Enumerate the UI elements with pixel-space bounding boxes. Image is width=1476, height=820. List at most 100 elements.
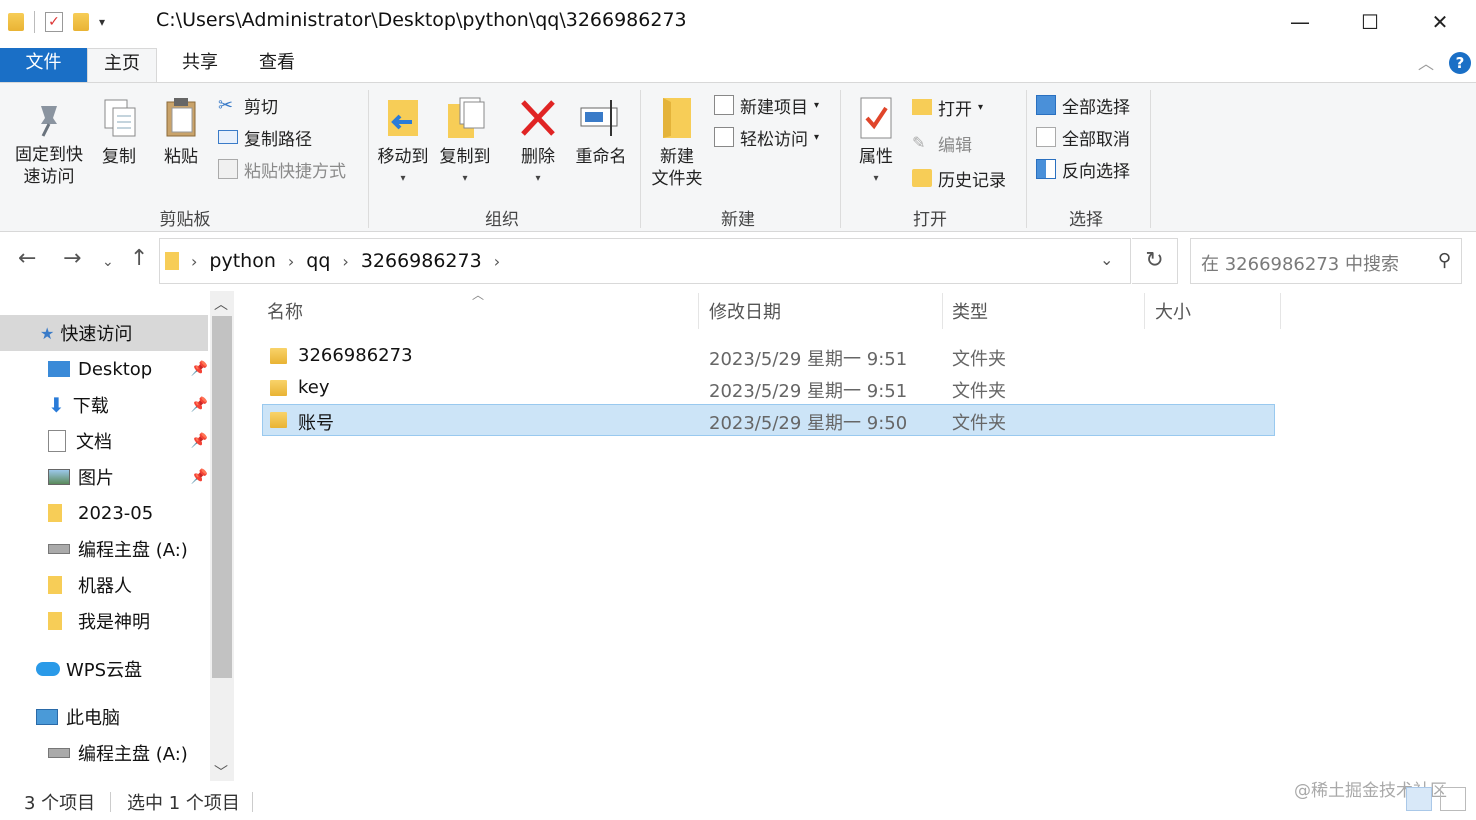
divider[interactable] (1144, 293, 1145, 329)
details-view-icon[interactable] (1406, 787, 1432, 811)
breadcrumb-item[interactable]: python (209, 250, 275, 272)
table-row[interactable]: key 2023/5/29 星期一 9:51 文件夹 (262, 372, 1275, 404)
rename-button[interactable]: 重命名 (570, 96, 632, 168)
table-row[interactable]: 3266986273 2023/5/29 星期一 9:51 文件夹 (262, 340, 1275, 372)
help-icon[interactable]: ? (1449, 52, 1471, 74)
tab-home[interactable]: 主页 (87, 48, 157, 83)
breadcrumb: › python › qq › 3266986273 › (165, 246, 500, 276)
easy-access-button[interactable]: 轻松访问 ▾ (714, 124, 819, 150)
tab-view[interactable]: 查看 (242, 48, 312, 82)
search-icon: ⚲ (1437, 250, 1451, 271)
sidebar-item-folder[interactable]: 2023-05 (48, 495, 208, 531)
chevron-right-icon[interactable]: › (288, 252, 294, 271)
tab-share[interactable]: 共享 (165, 48, 235, 82)
address-dropdown-icon[interactable]: ⌄ (1100, 250, 1113, 269)
new-folder-label-line1: 新建 (660, 147, 694, 167)
divider[interactable] (942, 293, 943, 329)
sidebar-item-downloads[interactable]: ⬇ 下载 📌 (48, 387, 208, 423)
recent-locations-chevron-icon[interactable]: ⌄ (102, 254, 114, 270)
divider[interactable] (698, 293, 699, 329)
sidebar-item-pictures[interactable]: 图片 📌 (48, 459, 208, 495)
back-arrow-icon[interactable]: ← (18, 246, 36, 271)
up-arrow-icon[interactable]: ↑ (130, 246, 148, 271)
table-row[interactable]: 账号 2023/5/29 星期一 9:50 文件夹 (262, 404, 1275, 436)
star-icon: ★ (40, 323, 55, 343)
new-folder-icon[interactable] (73, 13, 89, 31)
folder-icon (270, 380, 287, 396)
new-item-button[interactable]: 新建项目 ▾ (714, 92, 819, 118)
edit-label: 编辑 (938, 135, 972, 156)
scrollbar-thumb[interactable] (212, 316, 232, 678)
column-header-size[interactable]: 大小 (1155, 298, 1191, 328)
sidebar-item-desktop[interactable]: Desktop 📌 (48, 351, 208, 387)
paste-shortcut-button[interactable]: 粘贴快捷方式 (218, 156, 346, 182)
select-none-button[interactable]: 全部取消 (1036, 124, 1130, 150)
new-folder-button[interactable]: 新建 文件夹 (646, 96, 708, 190)
sidebar-item-quick-access[interactable]: ★ 快速访问 (0, 315, 208, 351)
customize-toolbar-icon[interactable]: ▾ (99, 15, 105, 29)
copy-path-button[interactable]: 复制路径 (218, 124, 312, 150)
properties-check-icon[interactable]: ✓ (45, 12, 63, 32)
invert-selection-button[interactable]: 反向选择 (1036, 156, 1130, 182)
window-title-path: C:\Users\Administrator\Desktop\python\qq… (156, 9, 687, 31)
sidebar-item-label: Desktop (78, 358, 153, 380)
scroll-up-icon[interactable]: ︿ (214, 294, 228, 314)
scroll-down-icon[interactable]: ﹀ (214, 762, 228, 782)
copy-button[interactable]: 复制 (96, 96, 142, 168)
file-date: 2023/5/29 星期一 9:50 (709, 413, 908, 434)
refresh-icon[interactable]: ↻ (1132, 238, 1178, 284)
column-header-type[interactable]: 类型 (952, 298, 988, 328)
forward-arrow-icon[interactable]: → (63, 246, 81, 271)
search-placeholder: 在 3266986273 中搜索 (1201, 254, 1399, 275)
history-button[interactable]: 历史记录 (912, 165, 1006, 191)
copy-to-label: 复制到 (439, 147, 491, 167)
chevron-right-icon[interactable]: › (494, 252, 500, 271)
paste-button[interactable]: 粘贴 (158, 96, 204, 168)
maximize-button[interactable]: ☐ (1336, 0, 1404, 44)
copy-to-button[interactable]: 复制到 ▾ (436, 96, 494, 190)
search-input[interactable]: 在 3266986273 中搜索 ⚲ (1190, 238, 1462, 284)
column-header-name[interactable]: 名称 (267, 298, 303, 328)
move-to-button[interactable]: 移动到 ▾ (374, 96, 432, 190)
cut-button[interactable]: ✂ 剪切 (218, 92, 278, 118)
sidebar-item-documents[interactable]: 文档 📌 (48, 423, 208, 459)
sidebar-item-label: 编程主盘 (A:) (78, 540, 188, 561)
chevron-right-icon[interactable]: › (342, 252, 348, 271)
file-date: 2023/5/29 星期一 9:51 (709, 381, 908, 402)
sidebar-item-folder[interactable]: 机器人 (48, 567, 208, 603)
close-button[interactable]: ✕ (1406, 0, 1474, 44)
rename-label: 重命名 (575, 147, 627, 167)
breadcrumb-item[interactable]: 3266986273 (361, 250, 482, 272)
divider[interactable] (1280, 293, 1281, 329)
sidebar-item-folder[interactable]: 我是神明 (48, 603, 208, 639)
breadcrumb-item[interactable]: qq (306, 250, 330, 272)
delete-button[interactable]: 删除 ▾ (514, 96, 562, 190)
easy-access-label: 轻松访问 (740, 129, 808, 150)
file-date: 2023/5/29 星期一 9:51 (709, 349, 908, 370)
pin-quick-access-button[interactable]: 固定到快 速访问 (10, 98, 88, 188)
select-all-button[interactable]: 全部选择 (1036, 92, 1130, 118)
open-button[interactable]: 打开 ▾ (912, 94, 983, 120)
divider (640, 90, 641, 228)
cloud-icon (36, 662, 60, 676)
sidebar-item-drive[interactable]: 编程主盘 (A:) (48, 531, 208, 567)
delete-label: 删除 (521, 147, 555, 167)
tab-file[interactable]: 文件 (0, 48, 87, 82)
column-header-date[interactable]: 修改日期 (709, 298, 781, 328)
quick-access-toolbar: ✓ ▾ (8, 8, 105, 36)
pin-icon: 📌 (190, 397, 208, 413)
collapse-ribbon-icon[interactable]: ︿ (1418, 50, 1434, 74)
folder-icon[interactable] (8, 13, 24, 31)
copy-icon (99, 96, 139, 140)
chevron-right-icon[interactable]: › (191, 252, 197, 271)
status-selected-count: 选中 1 个项目 (127, 793, 240, 814)
sidebar-item-this-pc[interactable]: 此电脑 (36, 699, 208, 735)
sidebar-item-wps-cloud[interactable]: WPS云盘 (36, 651, 208, 687)
desktop-icon (48, 361, 70, 377)
sidebar-item-drive[interactable]: 编程主盘 (A:) (48, 735, 208, 771)
sidebar-item-label: 我是神明 (78, 612, 150, 633)
minimize-button[interactable]: — (1266, 0, 1334, 44)
large-icons-view-icon[interactable] (1440, 787, 1466, 811)
edit-button[interactable]: ✎ 编辑 (912, 130, 972, 156)
properties-button[interactable]: 属性 ▾ (852, 96, 900, 190)
